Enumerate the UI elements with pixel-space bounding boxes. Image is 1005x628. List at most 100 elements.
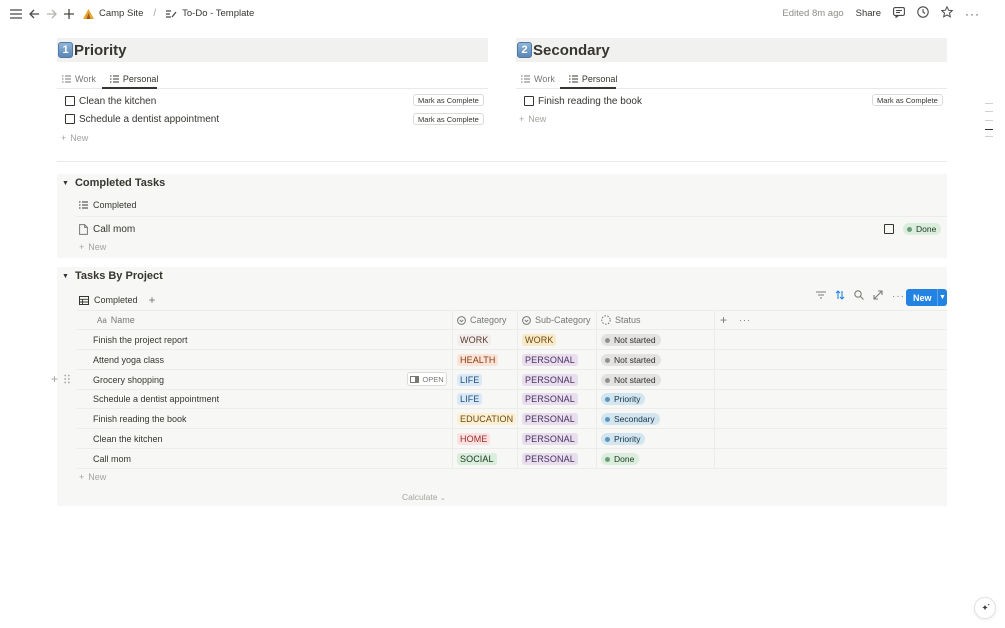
forward-arrow-icon[interactable]: [43, 5, 60, 22]
sub-category-tag[interactable]: PERSONAL: [522, 453, 578, 465]
header-bottom-line: [77, 329, 947, 330]
status-property-icon: [601, 315, 611, 325]
checklist-page-icon: [166, 9, 177, 18]
completed-view-tab[interactable]: Completed: [79, 200, 137, 210]
row-divider: [77, 349, 947, 350]
category-tag[interactable]: HOME: [457, 433, 491, 445]
task-checkbox[interactable]: [524, 96, 534, 106]
status-badge[interactable]: Secondary: [601, 413, 660, 425]
table-row-name[interactable]: Finish the project report: [93, 334, 188, 346]
status-badge[interactable]: Priority: [601, 433, 646, 445]
property-more-icon[interactable]: ···: [739, 314, 751, 326]
table-row-name[interactable]: Finish reading the book: [93, 413, 187, 425]
secondary-heading-block: 2 Secondary: [516, 38, 947, 62]
add-page-icon[interactable]: [60, 5, 77, 22]
sub-category-tag[interactable]: PERSONAL: [522, 413, 578, 425]
secondary-new-button[interactable]: + New: [519, 114, 546, 124]
sub-category-tag[interactable]: PERSONAL: [522, 374, 578, 386]
tasks-by-project-toggle[interactable]: ▼ Tasks By Project: [62, 270, 163, 282]
tab-priority-work[interactable]: Work: [60, 69, 98, 89]
more-options-icon[interactable]: ···: [965, 7, 980, 21]
back-arrow-icon[interactable]: [26, 5, 43, 22]
task-checkbox[interactable]: [65, 114, 75, 124]
active-tab-underline: [102, 87, 157, 89]
column-header-category[interactable]: Category: [457, 314, 507, 326]
table-row-name[interactable]: Grocery shopping: [93, 374, 164, 386]
outline-mark[interactable]: [985, 103, 993, 104]
add-view-plus-icon[interactable]: +: [149, 293, 156, 307]
tab-priority-personal[interactable]: Personal: [108, 69, 161, 89]
sparkle-icon: [981, 603, 990, 610]
table-row-name[interactable]: Attend yoga class: [93, 354, 164, 366]
status-badge[interactable]: Not started: [601, 374, 661, 386]
status-badge[interactable]: Done: [601, 453, 640, 465]
expand-icon[interactable]: [873, 290, 883, 303]
priority-tabs: Work Personal: [60, 69, 160, 89]
category-tag[interactable]: LIFE: [457, 374, 483, 386]
favorite-star-icon[interactable]: [940, 5, 954, 21]
history-clock-icon[interactable]: [917, 6, 929, 21]
status-badge[interactable]: Not started: [601, 334, 661, 346]
mark-complete-button[interactable]: Mark as Complete: [413, 113, 484, 125]
keycap-one-icon: 1: [58, 42, 73, 58]
breadcrumb-item-todo-template[interactable]: To-Do - Template: [182, 8, 254, 19]
share-button[interactable]: Share: [856, 8, 881, 19]
comments-icon[interactable]: [893, 6, 905, 21]
table-row-name[interactable]: Schedule a dentist appointment: [93, 393, 219, 405]
sort-icon[interactable]: [835, 290, 845, 303]
table-row-name[interactable]: Clean the kitchen: [93, 433, 163, 445]
completed-list-item[interactable]: Call mom: [79, 221, 135, 237]
status-badge[interactable]: Priority: [601, 393, 646, 405]
category-tag[interactable]: LIFE: [457, 393, 483, 405]
outline-mark[interactable]: [985, 120, 993, 121]
mark-complete-button[interactable]: Mark as Complete: [872, 94, 943, 106]
list-view-icon: [62, 75, 71, 83]
column-header-status[interactable]: Status: [601, 314, 641, 326]
sub-category-tag[interactable]: WORK: [522, 334, 557, 346]
chevron-down-icon[interactable]: ▼: [937, 289, 947, 306]
outline-mark[interactable]: [985, 111, 993, 112]
task-checkbox[interactable]: [884, 224, 894, 234]
status-dot: [605, 337, 610, 343]
project-view-tab[interactable]: Completed +: [79, 293, 156, 307]
camp-tent-icon: [83, 8, 94, 19]
priority-heading-block: 1 Priority: [57, 38, 488, 62]
row-divider: [77, 468, 947, 469]
secondary-tabs: Work Personal: [519, 69, 619, 89]
category-tag[interactable]: EDUCATION: [457, 413, 517, 425]
table-new-row-button[interactable]: + New: [79, 472, 106, 482]
category-tag[interactable]: SOCIAL: [457, 453, 497, 465]
task-checkbox[interactable]: [65, 96, 75, 106]
outline-mark[interactable]: [985, 136, 993, 137]
outline-mark-active[interactable]: [985, 129, 993, 130]
drag-handle-icon[interactable]: [64, 373, 70, 387]
category-tag[interactable]: HEALTH: [457, 354, 499, 366]
status-dot: [605, 456, 610, 462]
calculate-button[interactable]: Calculate ⌄: [402, 492, 446, 502]
database-more-icon[interactable]: ···: [892, 291, 905, 302]
sub-category-tag[interactable]: PERSONAL: [522, 393, 578, 405]
sub-category-tag[interactable]: PERSONAL: [522, 433, 578, 445]
completed-new-button[interactable]: + New: [79, 242, 106, 252]
tab-secondary-work[interactable]: Work: [519, 69, 557, 89]
open-row-button[interactable]: OPEN: [407, 372, 447, 386]
breadcrumb-item-camp-site[interactable]: Camp Site: [99, 8, 143, 19]
column-header-sub-category[interactable]: Sub-Category: [522, 314, 591, 326]
sidebar-menu-icon[interactable]: [7, 5, 24, 22]
section-divider: [57, 161, 947, 162]
table-row-name[interactable]: Call mom: [93, 453, 131, 465]
status-badge[interactable]: Not started: [601, 354, 661, 366]
priority-new-button[interactable]: + New: [61, 133, 88, 143]
add-row-plus-icon[interactable]: +: [51, 372, 58, 386]
database-new-button[interactable]: New ▼: [906, 289, 947, 306]
ai-sparkle-button[interactable]: [974, 597, 996, 619]
column-header-name[interactable]: Aa Name: [97, 314, 135, 326]
add-property-plus-icon[interactable]: +: [720, 313, 727, 327]
completed-tasks-toggle[interactable]: ▼ Completed Tasks: [62, 177, 165, 189]
category-tag[interactable]: WORK: [457, 334, 492, 346]
tab-secondary-personal[interactable]: Personal: [567, 69, 620, 89]
filter-icon[interactable]: [816, 291, 826, 302]
sub-category-tag[interactable]: PERSONAL: [522, 354, 578, 366]
search-icon[interactable]: [854, 290, 864, 303]
mark-complete-button[interactable]: Mark as Complete: [413, 94, 484, 106]
